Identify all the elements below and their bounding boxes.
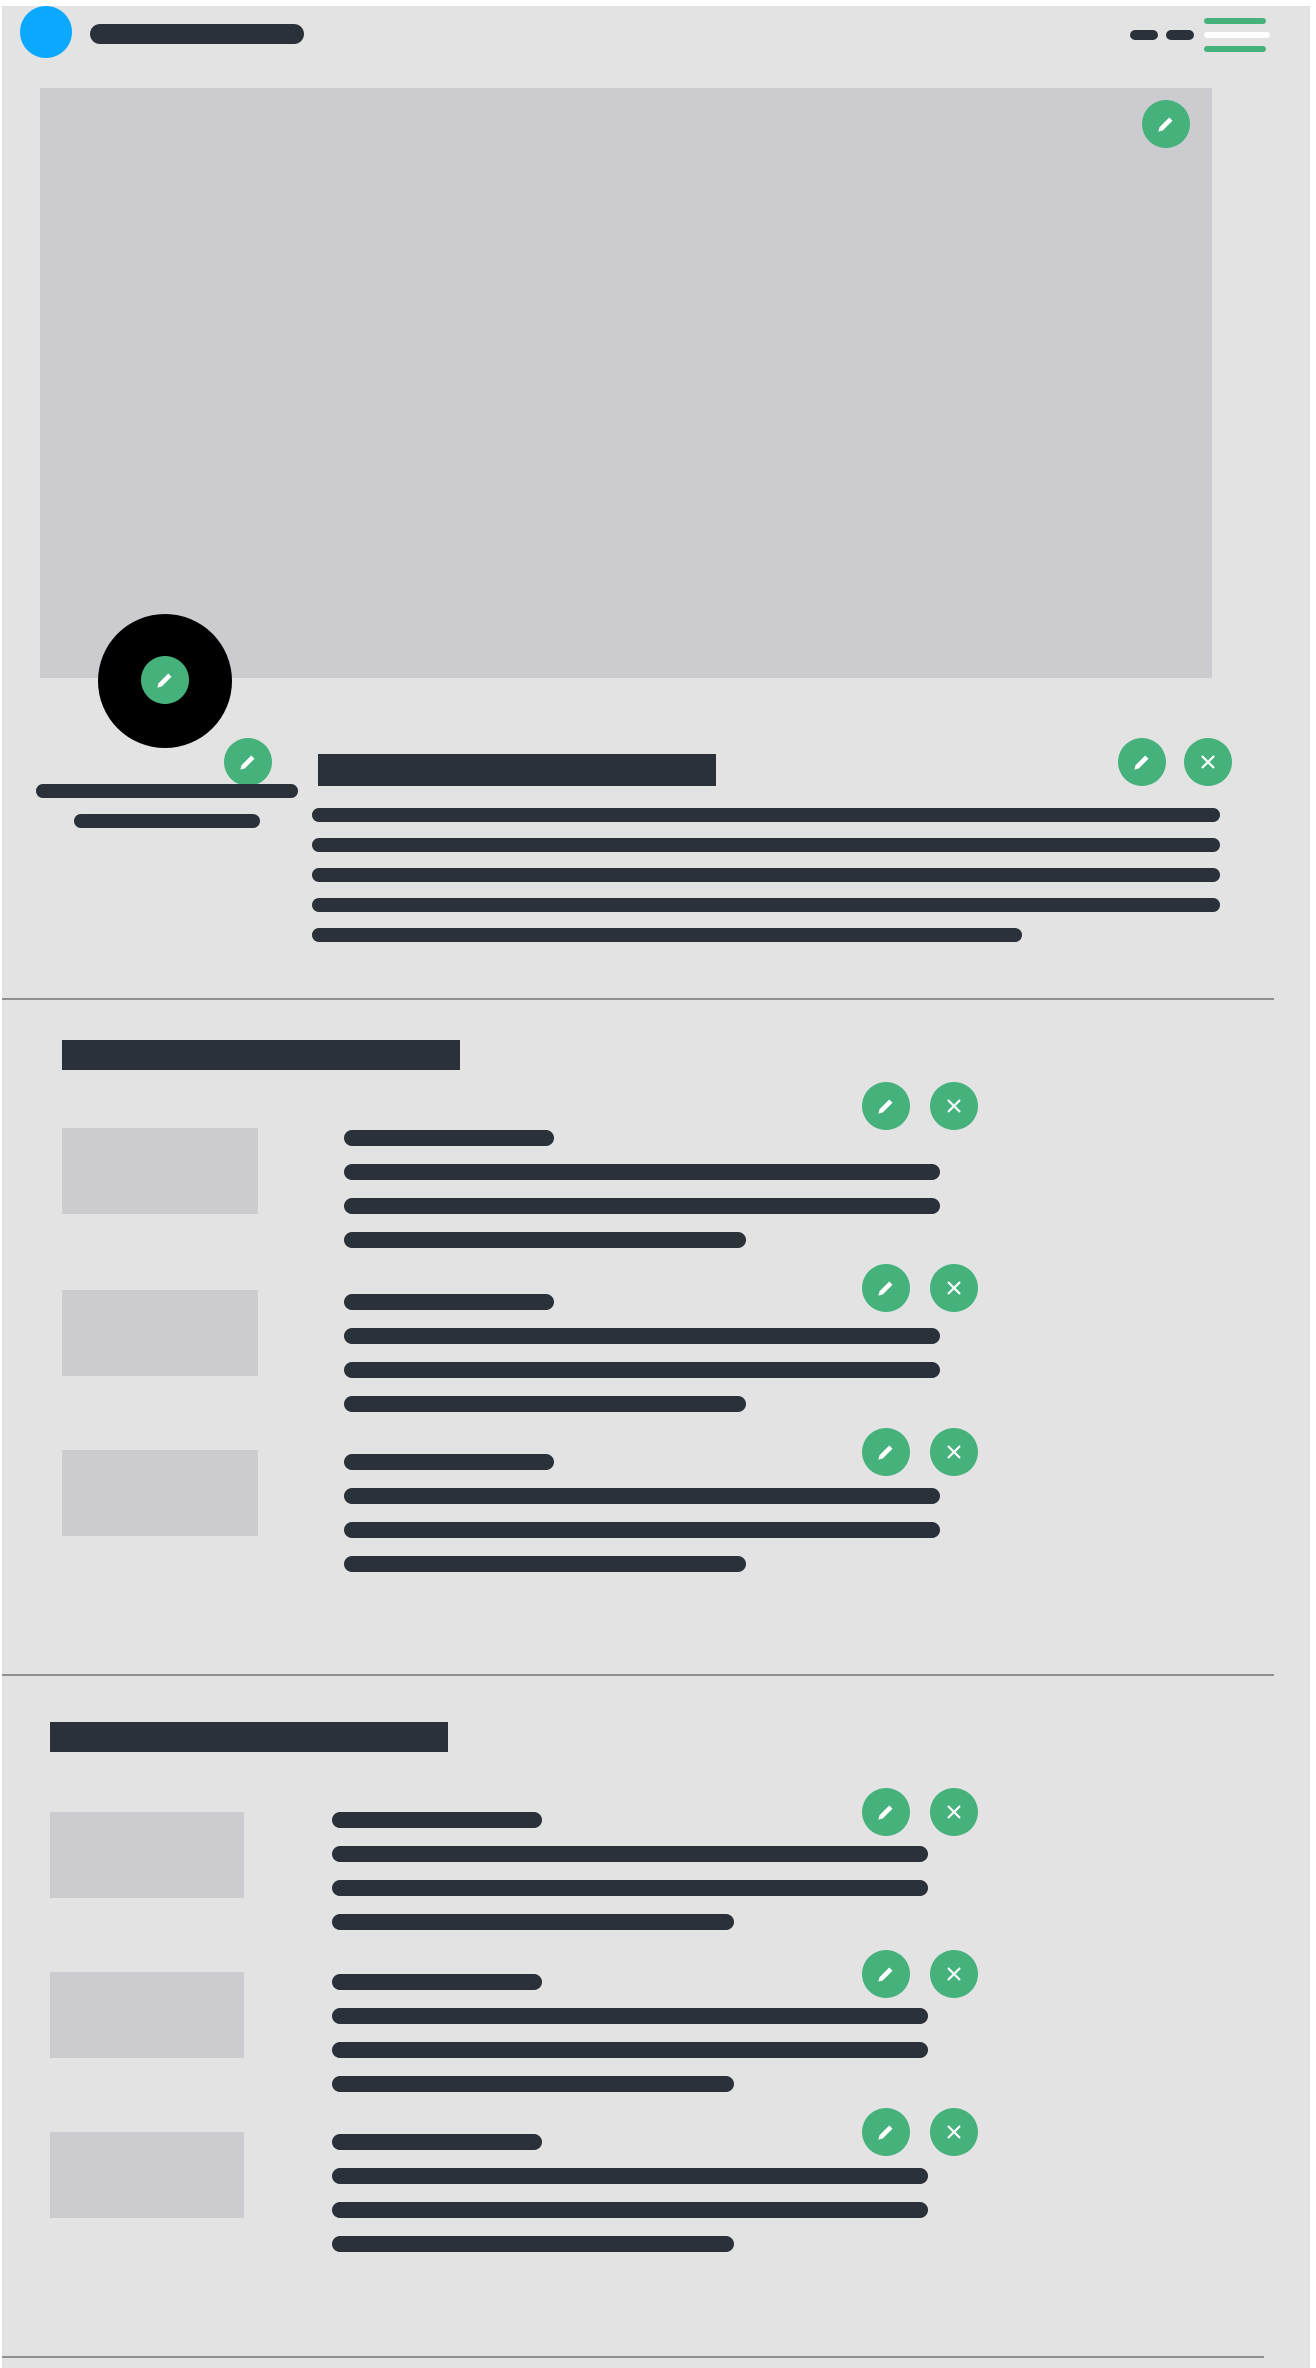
item-delete-button[interactable] bbox=[930, 1428, 978, 1476]
item-thumbnail-placeholder bbox=[50, 2132, 244, 2218]
cover-image-placeholder bbox=[40, 88, 1212, 678]
item-text-line bbox=[344, 1522, 940, 1538]
item-thumbnail-placeholder bbox=[62, 1128, 258, 1214]
about-heading-placeholder bbox=[318, 754, 716, 786]
item-text-line bbox=[344, 1556, 746, 1572]
about-delete-button[interactable] bbox=[1184, 738, 1232, 786]
item-edit-button[interactable] bbox=[862, 1082, 910, 1130]
item-title-placeholder bbox=[332, 2134, 542, 2150]
about-text-line bbox=[312, 898, 1220, 912]
pencil-icon bbox=[878, 1445, 893, 1460]
pencil-icon bbox=[878, 1281, 893, 1296]
item-text-line bbox=[332, 2008, 928, 2024]
section-divider bbox=[2, 1674, 1274, 1676]
item-delete-button[interactable] bbox=[930, 1082, 978, 1130]
pencil-icon bbox=[157, 673, 172, 688]
pencil-icon bbox=[1134, 755, 1149, 770]
item-delete-button[interactable] bbox=[930, 1950, 978, 1998]
item-title-placeholder bbox=[344, 1454, 554, 1470]
cover-edit-button[interactable] bbox=[1142, 100, 1190, 148]
item-title-placeholder bbox=[344, 1294, 554, 1310]
pencil-icon bbox=[878, 1099, 893, 1114]
close-icon bbox=[947, 2125, 961, 2139]
pencil-icon bbox=[878, 2125, 893, 2140]
pencil-icon bbox=[240, 755, 255, 770]
item-text-line bbox=[344, 1164, 940, 1180]
about-text-line bbox=[312, 808, 1220, 822]
item-thumbnail-placeholder bbox=[50, 1812, 244, 1898]
item-title-placeholder bbox=[344, 1130, 554, 1146]
item-text-line bbox=[344, 1488, 940, 1504]
section-2-heading-placeholder bbox=[50, 1722, 448, 1752]
pencil-icon bbox=[878, 1805, 893, 1820]
item-delete-button[interactable] bbox=[930, 2108, 978, 2156]
item-title-placeholder bbox=[332, 1974, 542, 1990]
hamburger-menu-icon[interactable] bbox=[1204, 18, 1270, 52]
nav-link-placeholder[interactable] bbox=[1130, 30, 1158, 40]
item-edit-button[interactable] bbox=[862, 1264, 910, 1312]
item-edit-button[interactable] bbox=[862, 2108, 910, 2156]
item-text-line bbox=[332, 2202, 928, 2218]
item-text-line bbox=[344, 1232, 746, 1248]
section-divider bbox=[2, 2356, 1264, 2358]
item-text-line bbox=[344, 1198, 940, 1214]
close-icon bbox=[947, 1445, 961, 1459]
item-text-line bbox=[332, 1846, 928, 1862]
item-title-placeholder bbox=[332, 1812, 542, 1828]
pencil-icon bbox=[878, 1967, 893, 1982]
close-icon bbox=[1201, 755, 1215, 769]
item-text-line bbox=[332, 2236, 734, 2252]
item-text-line bbox=[344, 1396, 746, 1412]
close-icon bbox=[947, 1805, 961, 1819]
avatar-edit-button[interactable] bbox=[141, 656, 189, 704]
logo-icon[interactable] bbox=[20, 6, 72, 58]
item-thumbnail-placeholder bbox=[62, 1290, 258, 1376]
item-text-line bbox=[332, 1880, 928, 1896]
profile-info-edit-button[interactable] bbox=[224, 738, 272, 786]
about-edit-button[interactable] bbox=[1118, 738, 1166, 786]
item-thumbnail-placeholder bbox=[50, 1972, 244, 2058]
item-text-line bbox=[332, 1914, 734, 1930]
nav-link-placeholder[interactable] bbox=[1166, 30, 1194, 40]
close-icon bbox=[947, 1967, 961, 1981]
profile-page bbox=[2, 6, 1310, 2368]
section-1-heading-placeholder bbox=[62, 1040, 460, 1070]
item-text-line bbox=[332, 2076, 734, 2092]
item-delete-button[interactable] bbox=[930, 1264, 978, 1312]
site-title-placeholder bbox=[90, 24, 304, 44]
about-text-line bbox=[312, 838, 1220, 852]
profile-name-placeholder bbox=[36, 784, 298, 798]
profile-subtitle-placeholder bbox=[74, 814, 260, 828]
pencil-icon bbox=[1158, 117, 1173, 132]
item-edit-button[interactable] bbox=[862, 1428, 910, 1476]
item-text-line bbox=[332, 2168, 928, 2184]
close-icon bbox=[947, 1281, 961, 1295]
item-edit-button[interactable] bbox=[862, 1788, 910, 1836]
close-icon bbox=[947, 1099, 961, 1113]
item-edit-button[interactable] bbox=[862, 1950, 910, 1998]
item-text-line bbox=[332, 2042, 928, 2058]
item-text-line bbox=[344, 1362, 940, 1378]
item-thumbnail-placeholder bbox=[62, 1450, 258, 1536]
section-divider bbox=[2, 998, 1274, 1000]
item-text-line bbox=[344, 1328, 940, 1344]
item-delete-button[interactable] bbox=[930, 1788, 978, 1836]
about-text-line bbox=[312, 868, 1220, 882]
about-text-line bbox=[312, 928, 1022, 942]
